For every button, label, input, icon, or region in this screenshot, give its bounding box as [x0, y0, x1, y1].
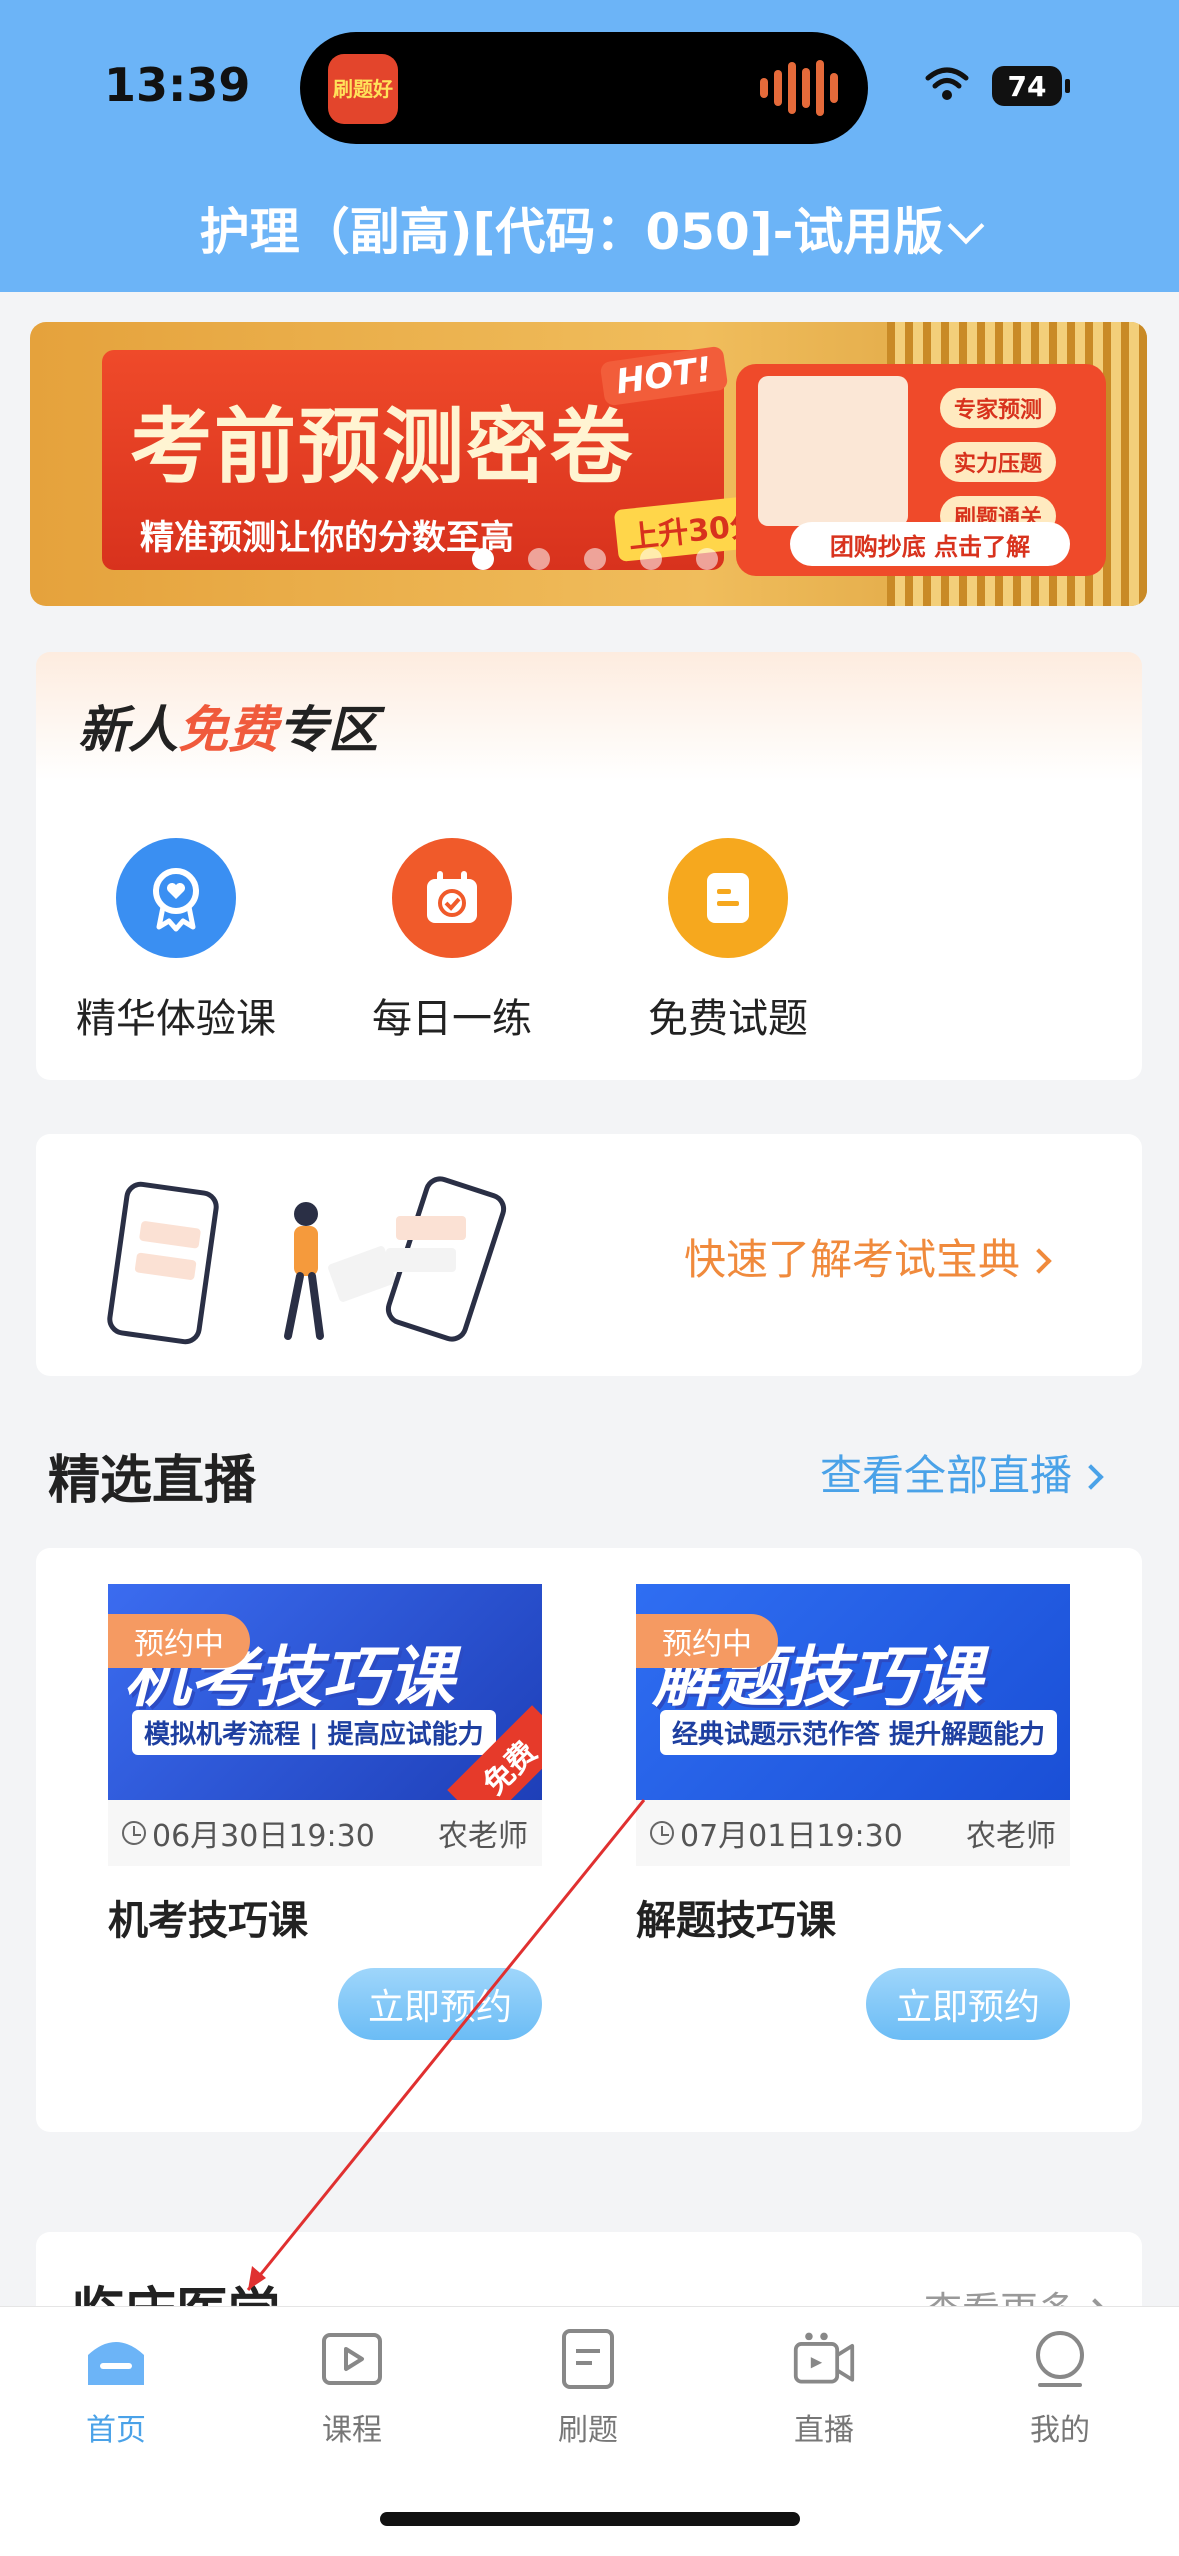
- clock-icon: [122, 1821, 146, 1845]
- feature-trial-course[interactable]: 精华体验课: [66, 838, 286, 1044]
- carousel-dot[interactable]: [472, 548, 494, 570]
- newbie-title-free: 免费: [178, 701, 278, 759]
- live-item[interactable]: 解题技巧课 经典试题示范作答 提升解题能力 预约中 07月01日19:30 农老…: [636, 1584, 1070, 2040]
- battery-indicator: 74: [992, 66, 1070, 106]
- island-app-icon: 刷题好: [328, 54, 398, 124]
- feature-label: 精华体验课: [76, 996, 276, 1042]
- exam-guide-link[interactable]: 快速了解考试宝典: [684, 1226, 1052, 1287]
- app-header: 13:39 刷题好 74 护理（副高)[代码：050]-试用版: [0, 0, 1179, 292]
- profile-icon: [1028, 2327, 1092, 2391]
- play-icon: [320, 2327, 384, 2391]
- feature-label: 每日一练: [372, 996, 532, 1042]
- live-date: 06月30日19:30: [152, 1819, 375, 1854]
- tab-label: 直播: [794, 2413, 854, 2448]
- exam-guide-link-label: 快速了解考试宝典: [684, 1235, 1021, 1284]
- tab-label: 刷题: [558, 2413, 618, 2448]
- book-image: [758, 376, 908, 526]
- live-time: 07月01日19:30: [650, 1811, 903, 1855]
- tab-label: 课程: [322, 2413, 382, 2448]
- banner-tag: 专家预测: [940, 388, 1057, 428]
- live-item[interactable]: 机考技巧课 模拟机考流程 | 提高应试能力 免费 预约中 06月30日19:30…: [108, 1584, 542, 2040]
- live-section-title: 精选直播: [48, 1451, 257, 1511]
- banner-subtitle: 精准预测让你的分数至高: [140, 518, 514, 558]
- chevron-down-icon: [947, 207, 985, 245]
- reserve-button[interactable]: 立即预约: [338, 1968, 542, 2040]
- feature-label: 免费试题: [648, 996, 808, 1042]
- chevron-right-icon: [1078, 1464, 1104, 1490]
- exam-selector[interactable]: 护理（副高)[代码：050]-试用版: [0, 192, 1179, 264]
- view-all-live-link[interactable]: 查看全部直播: [820, 1442, 1104, 1503]
- banner-tag: 实力压题: [940, 442, 1057, 482]
- status-badge: 预约中: [636, 1614, 778, 1668]
- live-thumbnail[interactable]: 机考技巧课 模拟机考流程 | 提高应试能力 免费 预约中: [108, 1584, 542, 1800]
- live-course-name: 解题技巧课: [636, 1898, 836, 1944]
- newbie-title: 新人免费专区: [78, 690, 378, 762]
- video-camera-icon: [792, 2327, 856, 2391]
- live-meta: 06月30日19:30 农老师: [108, 1800, 542, 1866]
- carousel-dot[interactable]: [584, 548, 606, 570]
- banner-cta-button[interactable]: 团购抄底 点击了解: [790, 522, 1070, 566]
- live-course-name: 机考技巧课: [108, 1898, 308, 1944]
- live-meta: 07月01日19:30 农老师: [636, 1800, 1070, 1866]
- carousel-dot[interactable]: [528, 548, 550, 570]
- newbie-title-prefix: 新人: [78, 701, 178, 759]
- carousel-dot[interactable]: [696, 548, 718, 570]
- status-badge: 预约中: [108, 1614, 250, 1668]
- view-all-live-label: 查看全部直播: [820, 1451, 1073, 1500]
- home-indicator[interactable]: [380, 2512, 800, 2526]
- thumbnail-subtitle: 经典试题示范作答 提升解题能力: [660, 1710, 1058, 1755]
- carousel-dots: [472, 548, 718, 570]
- wifi-icon: [925, 67, 969, 100]
- live-thumbnail[interactable]: 解题技巧课 经典试题示范作答 提升解题能力 预约中: [636, 1584, 1070, 1800]
- exam-guide-card[interactable]: 快速了解考试宝典: [36, 1134, 1142, 1376]
- tab-label: 我的: [1030, 2413, 1090, 2448]
- home-icon: [84, 2327, 148, 2391]
- live-teacher: 农老师: [438, 1819, 528, 1854]
- page-title: 护理（副高)[代码：050]-试用版: [199, 203, 944, 261]
- carousel-dot[interactable]: [640, 548, 662, 570]
- live-teacher: 农老师: [966, 1819, 1056, 1854]
- tab-practice[interactable]: 刷题: [508, 2327, 668, 2449]
- reserve-button[interactable]: 立即预约: [866, 1968, 1070, 2040]
- audio-wave-icon: [760, 60, 838, 116]
- tab-home[interactable]: 首页: [36, 2327, 196, 2449]
- tab-profile[interactable]: 我的: [980, 2327, 1140, 2449]
- live-time: 06月30日19:30: [122, 1811, 375, 1855]
- document-icon: [556, 2327, 620, 2391]
- thumbnail-subtitle: 模拟机考流程 | 提高应试能力: [132, 1710, 496, 1755]
- live-date: 07月01日19:30: [680, 1819, 903, 1854]
- banner-title: 考前预测密卷: [130, 400, 635, 495]
- banner-tags: 专家预测 实力压题 刷题通关: [940, 388, 1057, 536]
- dynamic-island: 刷题好: [300, 32, 868, 144]
- clock-icon: [650, 1821, 674, 1845]
- feature-free-questions[interactable]: 免费试题: [618, 838, 838, 1044]
- ribbon-heart-icon: [116, 838, 236, 958]
- tab-courses[interactable]: 课程: [272, 2327, 432, 2449]
- tab-live[interactable]: 直播: [744, 2327, 904, 2449]
- live-list: 机考技巧课 模拟机考流程 | 提高应试能力 免费 预约中 06月30日19:30…: [36, 1548, 1142, 2132]
- tab-label: 首页: [86, 2413, 146, 2448]
- status-time: 13:39: [104, 58, 251, 112]
- chevron-right-icon: [1026, 1248, 1052, 1274]
- newbie-title-suffix: 专区: [278, 701, 378, 759]
- newbie-free-zone: 新人免费专区 精华体验课 每日一练 免费试题: [36, 652, 1142, 1080]
- document-icon: [668, 838, 788, 958]
- feature-daily-practice[interactable]: 每日一练: [342, 838, 562, 1044]
- guide-illustration: [107, 1176, 507, 1345]
- calendar-check-icon: [392, 838, 512, 958]
